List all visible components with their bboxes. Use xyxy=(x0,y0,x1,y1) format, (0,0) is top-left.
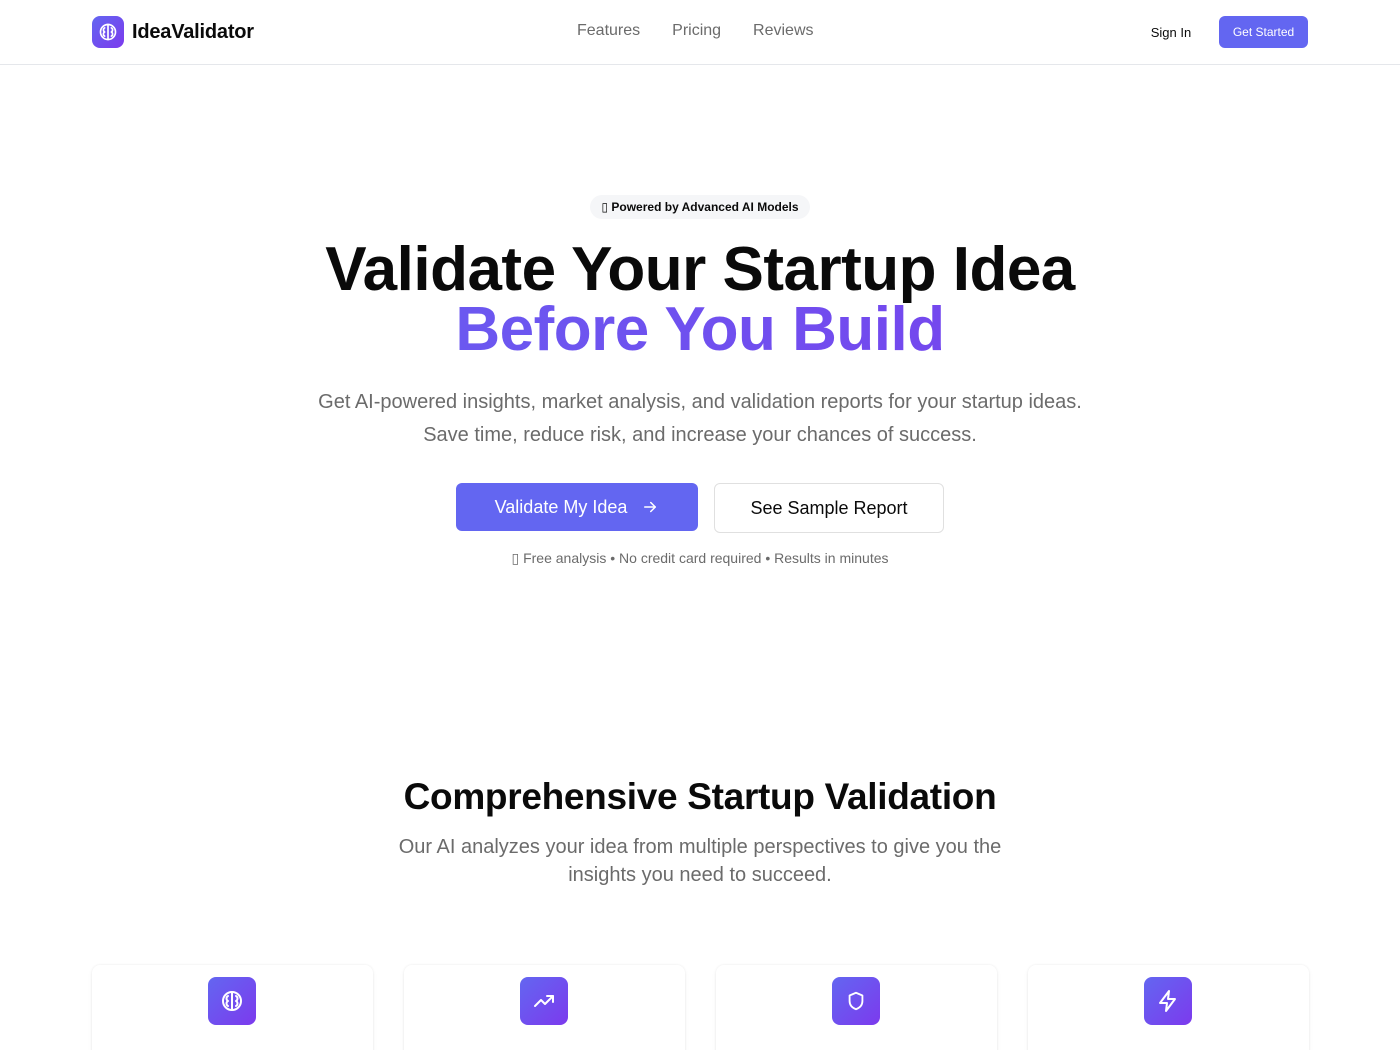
nav-link-features[interactable]: Features xyxy=(577,22,640,40)
feature-card-2 xyxy=(404,965,685,1050)
trending-up-icon xyxy=(520,977,568,1025)
hero-note: ▯ Free analysis • No credit card require… xyxy=(511,550,889,566)
arrow-right-icon xyxy=(641,498,659,516)
sign-in-button[interactable]: Sign In xyxy=(1139,16,1203,48)
nav-link-pricing[interactable]: Pricing xyxy=(672,22,721,40)
nav-link-reviews[interactable]: Reviews xyxy=(753,22,813,40)
shield-icon xyxy=(832,977,880,1025)
validate-idea-label: Validate My Idea xyxy=(494,496,628,517)
top-header: IdeaValidator Features Pricing Reviews S… xyxy=(0,0,1400,65)
feature-card-4 xyxy=(1028,965,1309,1050)
hero-title-line1: Validate Your Startup Idea xyxy=(325,235,1075,304)
get-started-button[interactable]: Get Started xyxy=(1219,16,1308,48)
brain-icon xyxy=(208,977,256,1025)
features-subtitle: Our AI analyzes your idea from multiple … xyxy=(398,836,1002,886)
hero-subtitle: Get AI-powered insights, market analysis… xyxy=(318,391,1082,446)
main-nav: Features Pricing Reviews xyxy=(577,22,846,40)
feature-card-1 xyxy=(92,965,373,1050)
powered-by-badge: ▯ Powered by Advanced AI Models xyxy=(590,195,810,219)
hero-title: Validate Your Startup Idea Before You Bu… xyxy=(0,235,1400,361)
brand[interactable]: IdeaValidator xyxy=(92,16,254,48)
features-title: Comprehensive Startup Validation xyxy=(403,776,997,817)
brand-name: IdeaValidator xyxy=(132,20,254,43)
hero-title-line2: Before You Build xyxy=(0,299,1400,361)
feature-card-3 xyxy=(716,965,997,1050)
lightning-icon xyxy=(1144,977,1192,1025)
validate-idea-button[interactable]: Validate My Idea xyxy=(456,483,698,531)
sample-report-button[interactable]: See Sample Report xyxy=(714,483,944,533)
brain-icon xyxy=(92,16,124,48)
